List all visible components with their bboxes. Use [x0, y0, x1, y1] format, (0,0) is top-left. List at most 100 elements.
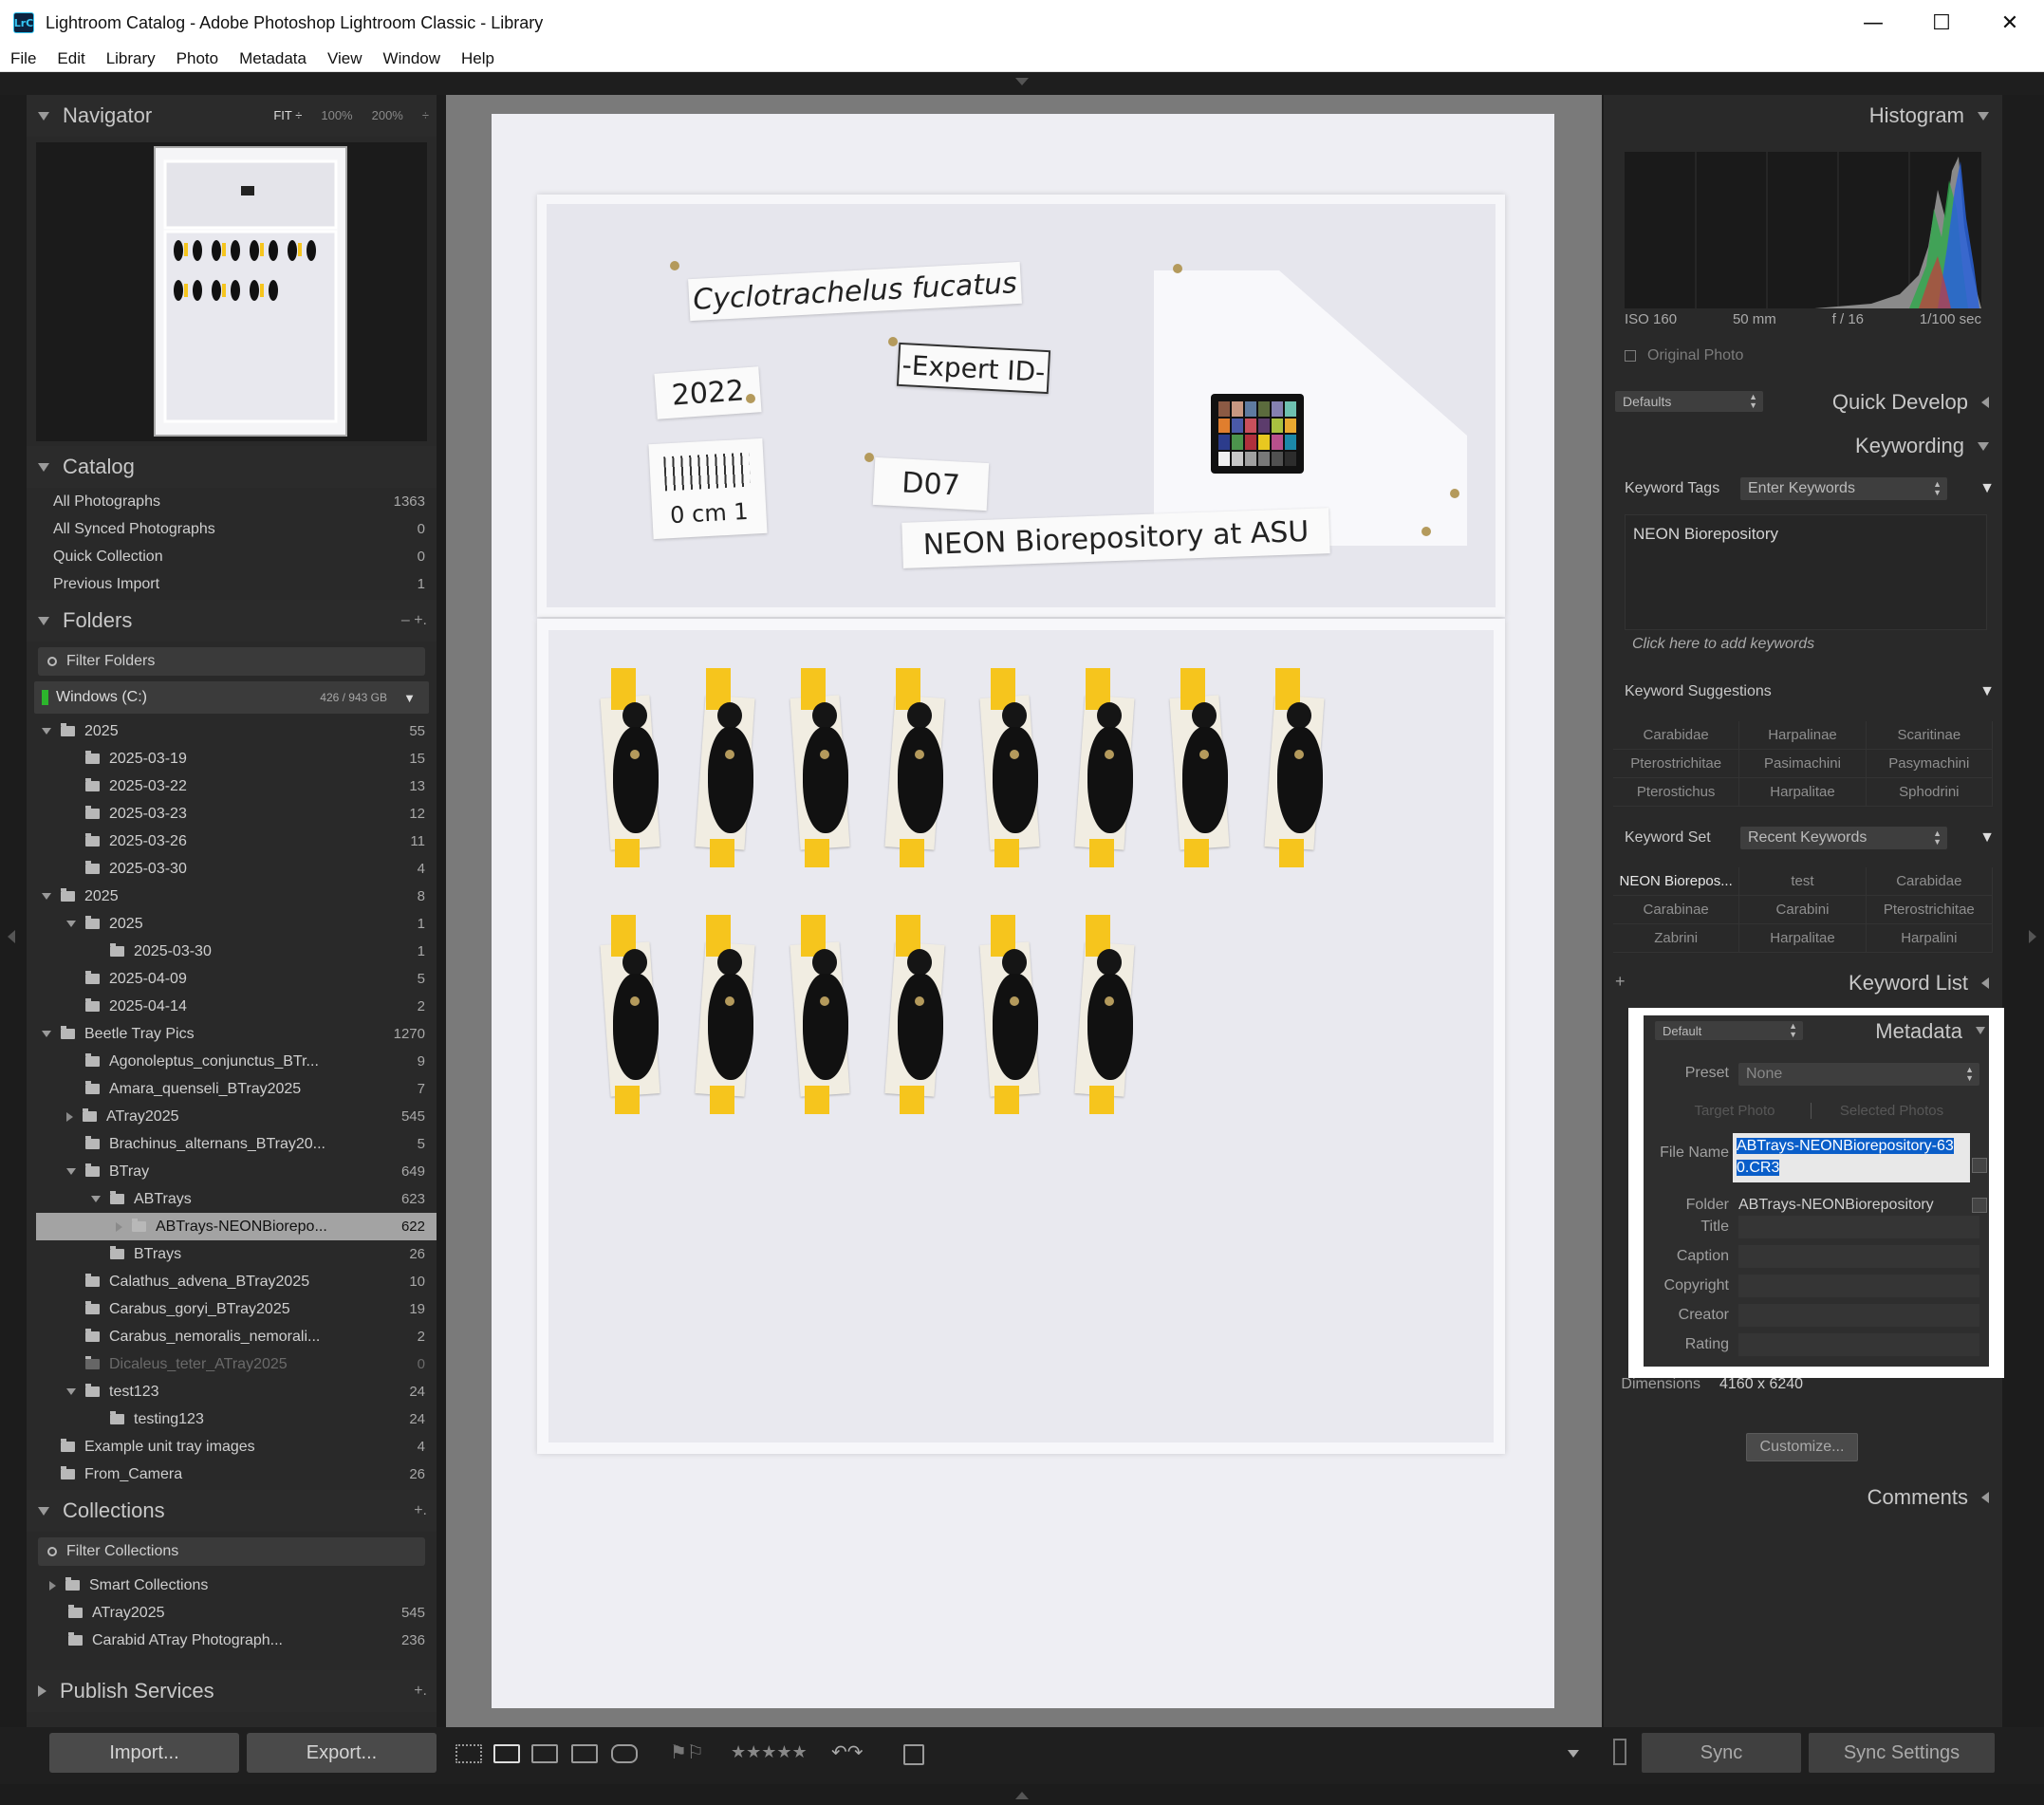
comments-header[interactable]: Comments — [1604, 1477, 2002, 1518]
collapse-triangle-icon[interactable] — [91, 1196, 101, 1202]
filter-collections-input[interactable]: Filter Collections — [38, 1537, 425, 1566]
catalog-header[interactable]: Catalog — [27, 446, 437, 488]
folder-item[interactable]: Agonoleptus_conjunctus_BTr... 9 — [36, 1048, 437, 1075]
add-keywords-field[interactable]: Click here to add keywords — [1625, 636, 1987, 653]
folder-item[interactable]: ATray2025 545 — [36, 1103, 437, 1130]
keyword-chip[interactable]: Scaritinae — [1866, 721, 1993, 750]
volume-menu-icon[interactable]: ▼ — [403, 691, 416, 705]
histogram-graph[interactable] — [1625, 152, 1981, 308]
crop-icon[interactable] — [903, 1744, 924, 1765]
keyword-chip[interactable]: Harpalitae — [1739, 924, 1867, 953]
keyword-chip[interactable]: Pasymachini — [1866, 750, 1993, 778]
folder-item[interactable]: 2025-03-19 15 — [36, 745, 437, 772]
folder-item[interactable]: Brachinus_alternans_BTray20... 5 — [36, 1130, 437, 1158]
catalog-item[interactable]: Quick Collection 0 — [36, 543, 437, 570]
keyword-tags-menu-icon[interactable]: ▼ — [1979, 480, 1995, 497]
folder-item[interactable]: ABTrays 623 — [36, 1185, 437, 1213]
compare-view-icon[interactable] — [531, 1744, 558, 1763]
filter-folders-input[interactable]: Filter Folders — [38, 647, 425, 676]
import-button[interactable]: Import... — [49, 1733, 239, 1773]
metadata-preset-select[interactable]: Default ▲ ▼ — [1655, 1021, 1803, 1040]
keyword-chip[interactable]: Sphodrini — [1866, 778, 1993, 807]
folder-item[interactable]: Calathus_advena_BTray2025 10 — [36, 1268, 437, 1295]
menu-file[interactable]: File — [0, 49, 46, 68]
keyword-list-header[interactable]: + Keyword List — [1604, 962, 2002, 1004]
keyword-chip[interactable]: Harpalitae — [1739, 778, 1867, 807]
sync-button[interactable]: Sync — [1642, 1733, 1801, 1773]
collections-header[interactable]: Collections +. — [27, 1490, 437, 1532]
folder-item[interactable]: 2025-04-14 2 — [36, 993, 437, 1020]
folder-item[interactable]: Dicaleus_teter_ATray2025 0 — [36, 1350, 437, 1378]
rating-field[interactable] — [1738, 1333, 1979, 1356]
customize-button[interactable]: Customize... — [1746, 1433, 1858, 1461]
collapse-triangle-icon[interactable] — [1976, 1027, 1985, 1034]
catalog-item[interactable]: Previous Import 1 — [36, 570, 437, 598]
menu-edit[interactable]: Edit — [46, 49, 95, 68]
folder-item[interactable]: Carabus_goryi_BTray2025 19 — [36, 1295, 437, 1323]
menu-window[interactable]: Window — [373, 49, 451, 68]
top-panel-toggle-icon[interactable] — [1015, 78, 1029, 85]
keyword-chip[interactable]: NEON Biorepos... — [1613, 867, 1740, 896]
keywords-textarea[interactable]: NEON Biorepository — [1625, 514, 1987, 630]
folder-item[interactable]: 2025 1 — [36, 910, 437, 938]
export-button[interactable]: Export... — [247, 1733, 437, 1773]
keyword-chip[interactable]: Pterostichus — [1613, 778, 1740, 807]
folder-item[interactable]: 2025 55 — [36, 717, 437, 745]
creator-field[interactable] — [1738, 1304, 1979, 1327]
keyword-chip[interactable]: Carabidae — [1613, 721, 1740, 750]
rotate-icons[interactable]: ↶↷ — [831, 1740, 864, 1763]
navigator-thumbnail[interactable] — [154, 146, 347, 437]
menu-metadata[interactable]: Metadata — [229, 49, 317, 68]
menu-library[interactable]: Library — [96, 49, 166, 68]
keyword-chip[interactable]: Harpalinae — [1739, 721, 1867, 750]
people-view-icon[interactable] — [611, 1744, 638, 1763]
quick-develop-header[interactable]: Defaults ▲ ▼ Quick Develop — [1604, 381, 2002, 423]
folder-item[interactable]: From_Camera 26 — [36, 1461, 437, 1488]
filmstrip-toggle-icon[interactable] — [1015, 1792, 1029, 1799]
rating-stars[interactable]: ★★★★★ — [731, 1742, 808, 1762]
folder-item[interactable]: Beetle Tray Pics 1270 — [36, 1020, 437, 1048]
flag-icons[interactable]: ⚑⚐ — [670, 1740, 704, 1763]
folder-item[interactable]: 2025-03-23 12 — [36, 800, 437, 828]
zoom-100[interactable]: 100% — [321, 108, 352, 122]
collections-add[interactable]: +. — [414, 1502, 427, 1519]
zoom-fit[interactable]: FIT ÷ — [273, 108, 302, 122]
keyword-set-select[interactable]: Recent Keywords ▲ ▼ — [1740, 827, 1947, 849]
minimize-button[interactable]: — — [1839, 0, 1907, 46]
folder-item[interactable]: 2025-04-09 5 — [36, 965, 437, 993]
keyword-chip[interactable]: Zabrini — [1613, 924, 1740, 953]
collapse-triangle-icon[interactable] — [42, 728, 51, 735]
main-photo[interactable]: Cyclotrachelus fucatus 2022 -Expert ID- … — [492, 114, 1554, 1708]
keyword-chip[interactable]: Pterostrichitae — [1613, 750, 1740, 778]
keyword-chip[interactable]: Carabini — [1739, 896, 1867, 924]
catalog-item[interactable]: All Photographs 1363 — [36, 488, 437, 515]
collection-item[interactable]: ATray2025 545 — [36, 1599, 437, 1627]
zoom-more[interactable]: ÷ — [422, 108, 429, 122]
collapse-triangle-icon[interactable] — [66, 921, 76, 927]
keyword-suggestions-menu-icon[interactable]: ▼ — [1979, 683, 1995, 700]
folder-item[interactable]: BTray 649 — [36, 1158, 437, 1185]
keyword-set-menu-icon[interactable]: ▼ — [1979, 829, 1995, 847]
collapse-triangle-icon[interactable] — [66, 1168, 76, 1175]
collapse-triangle-icon[interactable] — [66, 1388, 76, 1395]
keyword-chip[interactable]: test — [1739, 867, 1867, 896]
target-photo-option[interactable]: Target Photo — [1659, 1103, 1811, 1119]
right-panel-toggle-icon[interactable] — [2029, 930, 2036, 943]
file-name-menu-icon[interactable] — [1972, 1158, 1987, 1173]
copyright-field[interactable] — [1738, 1275, 1979, 1297]
sync-settings-button[interactable]: Sync Settings — [1809, 1733, 1995, 1773]
left-panel-toggle-icon[interactable] — [8, 930, 15, 943]
grid-view-icon[interactable] — [455, 1744, 482, 1763]
menu-view[interactable]: View — [317, 49, 373, 68]
navigator-header[interactable]: Navigator FIT ÷ 100% 200% ÷ — [27, 95, 437, 137]
menu-photo[interactable]: Photo — [166, 49, 229, 68]
collection-item[interactable]: Smart Collections — [36, 1572, 437, 1599]
selected-photos-option[interactable]: Selected Photos — [1811, 1103, 1972, 1119]
go-to-folder-icon[interactable] — [1972, 1198, 1987, 1213]
keywording-header[interactable]: Keywording — [1604, 425, 2002, 467]
volume-row[interactable]: Windows (C:) 426 / 943 GB ▼ — [34, 681, 429, 714]
keyword-chip[interactable]: Carabinae — [1613, 896, 1740, 924]
expand-triangle-icon[interactable] — [66, 1111, 73, 1122]
expand-triangle-icon[interactable] — [116, 1221, 122, 1232]
file-name-field[interactable]: ABTrays-NEONBiorepository-630.CR3 — [1733, 1133, 1970, 1182]
